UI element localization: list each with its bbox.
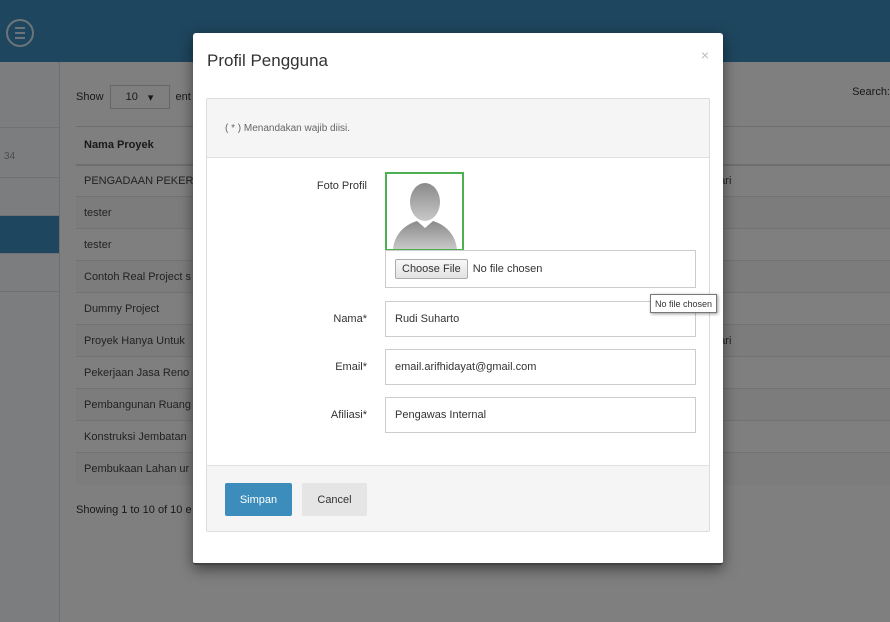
profile-modal: Profil Pengguna × ( * ) Menandakan wajib… (193, 33, 723, 565)
save-button[interactable]: Simpan (225, 483, 292, 516)
profile-form: ( * ) Menandakan wajib diisi. Foto Profi… (206, 98, 710, 532)
modal-title: Profil Pengguna (207, 51, 328, 70)
email-input[interactable]: email.arifhidayat@gmail.com (385, 349, 696, 385)
file-status: No file chosen (472, 263, 543, 275)
required-note: ( * ) Menandakan wajib diisi. (225, 123, 351, 134)
photo-label: Foto Profil (316, 180, 367, 192)
form-header: ( * ) Menandakan wajib diisi. (207, 99, 709, 158)
profile-photo (385, 172, 464, 251)
avatar-placeholder-icon (393, 183, 457, 249)
affiliation-label: Afiliasi* (330, 409, 367, 421)
cancel-button[interactable]: Cancel (302, 483, 367, 516)
affiliation-input[interactable]: Pengawas Internal (385, 397, 696, 433)
email-label: Email* (335, 361, 367, 373)
file-tooltip: No file chosen (650, 294, 718, 313)
photo-file-input[interactable]: Choose File No file chosen (385, 250, 696, 288)
name-label: Nama* (333, 313, 367, 325)
choose-file-button[interactable]: Choose File (395, 259, 468, 279)
close-icon[interactable]: × (701, 47, 709, 63)
form-footer: Simpan Cancel (207, 465, 709, 531)
